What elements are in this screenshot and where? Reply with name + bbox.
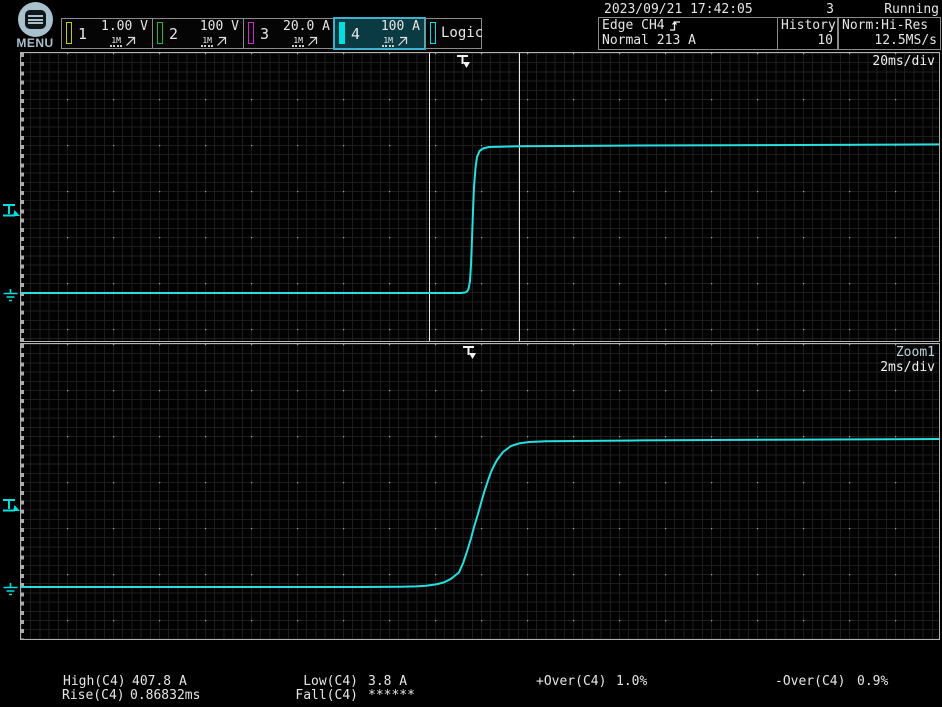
menu-button[interactable]: MENU — [10, 1, 60, 50]
channel-scale-value: 1.00 V — [101, 19, 148, 34]
measurement-fall-label: Fall(C4) — [285, 689, 358, 703]
ground-level-icon[interactable] — [2, 582, 19, 601]
channel-box-3[interactable]: 3 20.0 A 1M — [243, 18, 335, 49]
measurement-low-value: 3.8 A — [368, 675, 407, 689]
trigger-level-label: Normal 213 A — [602, 33, 696, 48]
hamburger-menu-icon — [18, 2, 53, 37]
channel-scale-value: 100 V — [200, 19, 239, 34]
probe-attenuation-icon — [125, 36, 136, 47]
measurement-fall-value: ****** — [368, 689, 415, 703]
trigger-position-icon[interactable] — [455, 54, 472, 74]
oscilloscope-screen: MENU 1 1.00 V 1M 2 100 V 1M 3 20.0 A 1M … — [0, 0, 942, 707]
datetime-label: 2023/09/21 17:42:05 — [604, 2, 753, 17]
history-label: History — [778, 18, 837, 33]
waveform-ch4-zoom — [21, 439, 939, 587]
zoom-waveform-window[interactable]: Zoom1 2ms/div — [20, 343, 940, 640]
measurement-nover-value: 0.9% — [857, 675, 888, 689]
channel-scale-value: 100 A — [381, 19, 420, 34]
channel-scale-value: 20.0 A — [283, 19, 330, 34]
history-box[interactable]: History 10 — [777, 17, 838, 50]
acquisition-mode-label: Norm:Hi-Res — [839, 18, 940, 33]
menu-label: MENU — [10, 36, 60, 50]
channel-number: 4 — [351, 25, 360, 43]
zoom-timebase-label: 2ms/div — [880, 361, 935, 375]
channel-number: 1 — [78, 25, 87, 43]
measurement-rise-label: Rise(C4) — [62, 689, 125, 703]
trigger-level-icon[interactable] — [2, 498, 21, 517]
measurement-nover-label: -Over(C4) — [775, 675, 845, 689]
channel2-color-bracket-icon — [157, 22, 163, 44]
measurement-high-label: High(C4) — [63, 675, 126, 689]
rising-edge-icon — [669, 19, 681, 32]
history-value: 10 — [778, 33, 837, 48]
channel1-color-bracket-icon — [66, 22, 72, 44]
channel-number: 3 — [260, 25, 269, 43]
ground-level-icon[interactable] — [2, 288, 19, 307]
measurement-rise-value: 0.86832ms — [130, 689, 200, 703]
main-timebase-label: 20ms/div — [872, 55, 935, 69]
zoom-window-label: Zoom1 — [896, 346, 935, 360]
trigger-position-icon[interactable] — [461, 345, 478, 365]
input-impedance-icon: 1M — [292, 36, 304, 47]
channel-box-1[interactable]: 1 1.00 V 1M — [61, 18, 153, 49]
input-impedance-icon: 1M — [201, 36, 213, 47]
main-waveform-window[interactable]: 20ms/div — [20, 52, 940, 342]
run-status: Running — [855, 2, 939, 17]
logic-color-bracket-icon — [430, 22, 436, 44]
probe-attenuation-icon — [397, 36, 408, 47]
channel3-color-bracket-icon — [248, 22, 254, 44]
measurement-pover-value: 1.0% — [616, 675, 647, 689]
acquisition-count: 3 — [770, 2, 834, 17]
logic-button[interactable]: Logic — [425, 18, 482, 49]
trigger-source-label: Edge CH4 — [602, 18, 665, 33]
waveform-ch4-main — [21, 144, 939, 293]
channel-number: 2 — [169, 25, 178, 43]
logic-label: Logic — [441, 25, 483, 41]
measurement-low-label: Low(C4) — [285, 675, 358, 689]
trigger-level-icon[interactable] — [2, 203, 21, 222]
input-impedance-icon: 1M — [110, 36, 122, 47]
acquisition-mode-box[interactable]: Norm:Hi-Res 12.5MS/s — [838, 17, 941, 50]
channel4-color-bracket-icon — [339, 22, 345, 44]
sample-rate-label: 12.5MS/s — [839, 33, 940, 48]
trigger-info-box[interactable]: Edge CH4 Normal 213 A — [598, 17, 778, 50]
probe-attenuation-icon — [216, 36, 227, 47]
channel-box-4-selected[interactable]: 4 100 A 1M — [333, 17, 426, 50]
measurement-pover-label: +Over(C4) — [536, 675, 606, 689]
probe-attenuation-icon — [307, 36, 318, 47]
measurement-high-value: 407.8 A — [132, 675, 187, 689]
channel-box-2[interactable]: 2 100 V 1M — [152, 18, 244, 49]
input-impedance-icon: 1M — [382, 36, 394, 47]
